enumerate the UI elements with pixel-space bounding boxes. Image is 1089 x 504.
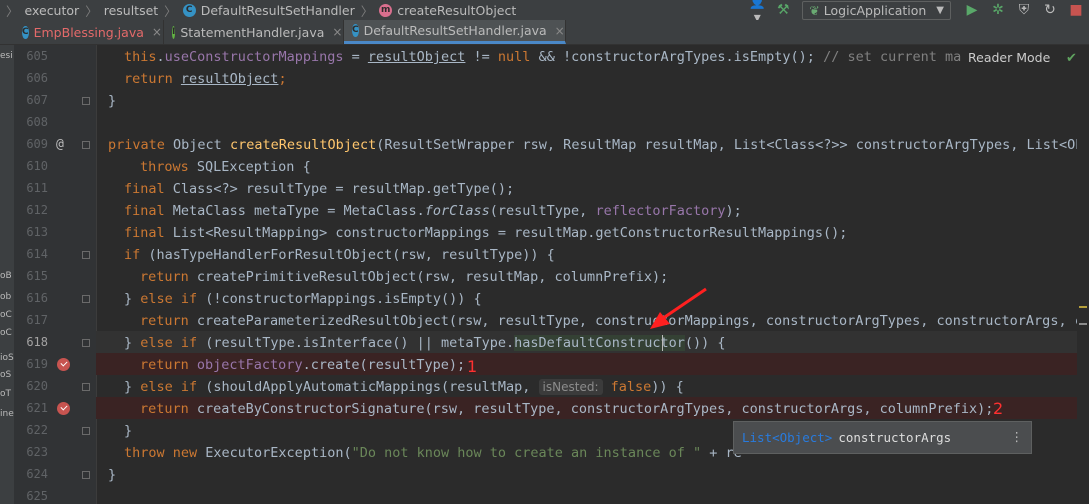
annotation-number-1: 1 xyxy=(467,357,478,376)
annotation-number-2: 2 xyxy=(993,399,1004,418)
annotation-overlay xyxy=(650,287,707,329)
